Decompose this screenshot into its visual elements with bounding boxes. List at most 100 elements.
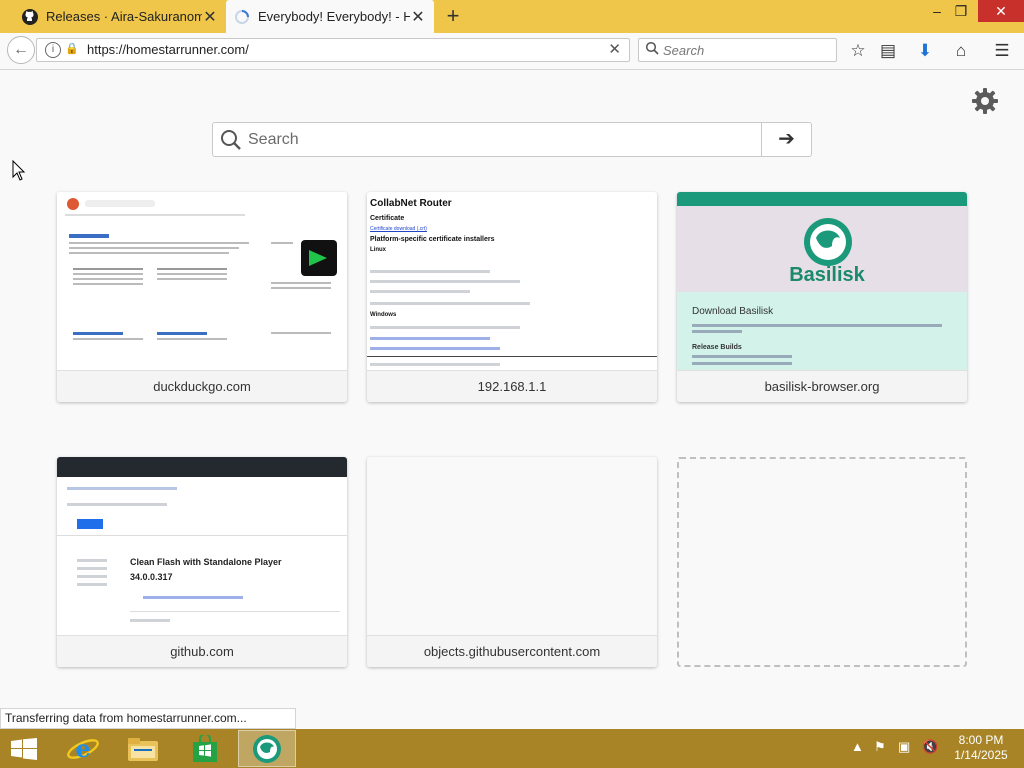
taskbar-store[interactable] xyxy=(176,730,234,767)
settings-gear-icon[interactable] xyxy=(970,86,1000,116)
thumb-line xyxy=(370,363,500,366)
thumb-line xyxy=(370,302,530,305)
tile-thumbnail: Clean Flash with Standalone Player 34.0.… xyxy=(57,457,347,635)
tab-everybody[interactable]: Everybody! Everybody! - Ho ✕ xyxy=(226,0,434,33)
tile-caption: 192.168.1.1 xyxy=(367,370,657,402)
thumb-line xyxy=(370,280,520,283)
action-center-flag-icon[interactable]: ⚑ xyxy=(874,739,886,755)
title-bar: Releases · Aira-Sakuranom ✕ Everybody! E… xyxy=(0,0,1024,33)
tab-close-icon[interactable]: ✕ xyxy=(202,7,218,27)
tile-thumbnail xyxy=(367,457,657,635)
url-bar[interactable]: i 🔒 https://homestarrunner.com/ ✕ xyxy=(36,38,630,62)
tile-caption: objects.githubusercontent.com xyxy=(367,635,657,667)
thumb-line xyxy=(67,503,167,506)
newtab-search-placeholder: Search xyxy=(248,131,299,148)
thumb-line xyxy=(692,330,742,333)
tile-caption: duckduckgo.com xyxy=(57,370,347,402)
tile-caption: github.com xyxy=(57,635,347,667)
internet-explorer-icon: e xyxy=(67,734,99,763)
empty-tile-slot xyxy=(677,457,967,667)
thumb-line xyxy=(143,596,243,599)
back-button[interactable]: ← xyxy=(7,36,35,64)
tile-thumbnail: Basilisk Download Basilisk Release Build… xyxy=(677,192,967,370)
new-tab-button[interactable]: + xyxy=(440,3,466,29)
thumb-tab-active xyxy=(77,519,103,529)
close-window-button[interactable]: ✕ xyxy=(978,0,1024,22)
volume-muted-icon[interactable]: 🔇 xyxy=(922,739,938,755)
thumb-release-version: 34.0.0.317 xyxy=(130,572,173,582)
thumb-link: Certificate download (.crt) xyxy=(370,226,427,232)
status-bar: Transferring data from homestarrunner.co… xyxy=(0,708,296,729)
thumb-line xyxy=(692,355,792,358)
thumb-heading: Platform-specific certificate installers xyxy=(370,236,495,243)
thumb-divider xyxy=(57,535,347,536)
thumb-line xyxy=(77,583,107,586)
thumb-line xyxy=(370,337,490,340)
top-site-tile-basilisk[interactable]: Basilisk Download Basilisk Release Build… xyxy=(677,192,967,402)
lock-icon: 🔒 xyxy=(65,43,79,55)
taskbar-basilisk[interactable] xyxy=(238,730,296,767)
bookmark-star-icon[interactable]: ☆ xyxy=(847,40,869,62)
restore-button[interactable]: ❐ xyxy=(946,0,976,22)
home-icon[interactable]: ⌂ xyxy=(950,40,972,62)
network-icon[interactable]: ▣ xyxy=(898,739,910,755)
thumb-line xyxy=(370,270,490,273)
thumb-line xyxy=(67,487,177,490)
mouse-cursor-icon xyxy=(12,160,26,181)
search-icon xyxy=(645,41,659,55)
search-go-button[interactable]: ➔ xyxy=(761,123,811,156)
thumb-nav-strip xyxy=(677,192,967,206)
taskbar: e ▲ ⚑ ▣ 🔇 8:00 PM 1/14/2025 xyxy=(0,729,1024,768)
basilisk-logo-icon xyxy=(804,218,852,266)
newtab-search-box[interactable]: Search ➔ xyxy=(212,122,812,157)
store-bag-icon xyxy=(193,735,217,762)
menu-icon[interactable]: ☰ xyxy=(991,40,1013,62)
thumb-line xyxy=(77,575,107,578)
top-site-tile-duckduckgo[interactable]: duckduckgo.com xyxy=(57,192,347,402)
thumb-download-title: Download Basilisk xyxy=(692,306,774,317)
stop-icon[interactable]: ✕ xyxy=(608,40,621,58)
clock-date: 1/14/2025 xyxy=(954,748,1008,762)
url-text[interactable]: https://homestarrunner.com/ xyxy=(87,42,249,57)
tab-releases[interactable]: Releases · Aira-Sakuranom ✕ xyxy=(14,0,226,33)
navigation-toolbar: ← i 🔒 https://homestarrunner.com/ ✕ Sear… xyxy=(0,33,1024,70)
thumb-divider xyxy=(130,611,340,612)
svg-text:e: e xyxy=(75,734,90,763)
thumb-line xyxy=(370,290,470,293)
search-icon xyxy=(221,130,241,150)
basilisk-icon xyxy=(253,735,281,763)
folder-icon xyxy=(128,738,158,761)
thumb-heading: Linux xyxy=(370,247,386,253)
top-site-tile-githubusercontent[interactable]: objects.githubusercontent.com xyxy=(367,457,657,667)
tab-title: Everybody! Everybody! - Ho xyxy=(258,9,410,24)
search-placeholder: Search xyxy=(663,43,705,58)
show-hidden-icons-button[interactable]: ▲ xyxy=(851,739,864,754)
thumb-line xyxy=(370,347,500,350)
taskbar-internet-explorer[interactable]: e xyxy=(54,730,112,767)
windows-logo-icon xyxy=(11,738,37,760)
start-button[interactable] xyxy=(0,730,48,767)
tile-thumbnail: CollabNet Router Certificate Certificate… xyxy=(367,192,657,370)
top-site-tile-github[interactable]: Clean Flash with Standalone Player 34.0.… xyxy=(57,457,347,667)
tab-close-icon[interactable]: ✕ xyxy=(410,7,426,27)
duckduckgo-thumbnail xyxy=(57,192,347,370)
thumb-divider xyxy=(367,356,657,357)
tab-title: Releases · Aira-Sakuranom xyxy=(46,9,202,24)
reading-list-icon[interactable]: ▤ xyxy=(877,40,899,62)
thumb-line xyxy=(77,567,107,570)
tile-caption: basilisk-browser.org xyxy=(677,370,967,402)
thumb-release-title: Clean Flash with Standalone Player xyxy=(130,557,282,567)
github-icon xyxy=(22,8,38,25)
taskbar-file-explorer[interactable] xyxy=(114,730,172,767)
top-site-tile-router[interactable]: CollabNet Router Certificate Certificate… xyxy=(367,192,657,402)
thumb-heading: Certificate xyxy=(370,215,405,222)
download-icon[interactable]: ⬇ xyxy=(914,40,936,62)
thumb-line xyxy=(370,326,520,329)
thumb-line xyxy=(692,324,942,327)
system-clock[interactable]: 8:00 PM 1/14/2025 xyxy=(942,733,1020,763)
thumb-collabnet-title: CollabNet Router xyxy=(370,198,452,209)
thumb-line xyxy=(692,362,792,365)
thumb-release-builds: Release Builds xyxy=(692,344,742,351)
site-info-icon[interactable]: i xyxy=(45,42,61,58)
search-bar[interactable]: Search xyxy=(638,38,837,62)
